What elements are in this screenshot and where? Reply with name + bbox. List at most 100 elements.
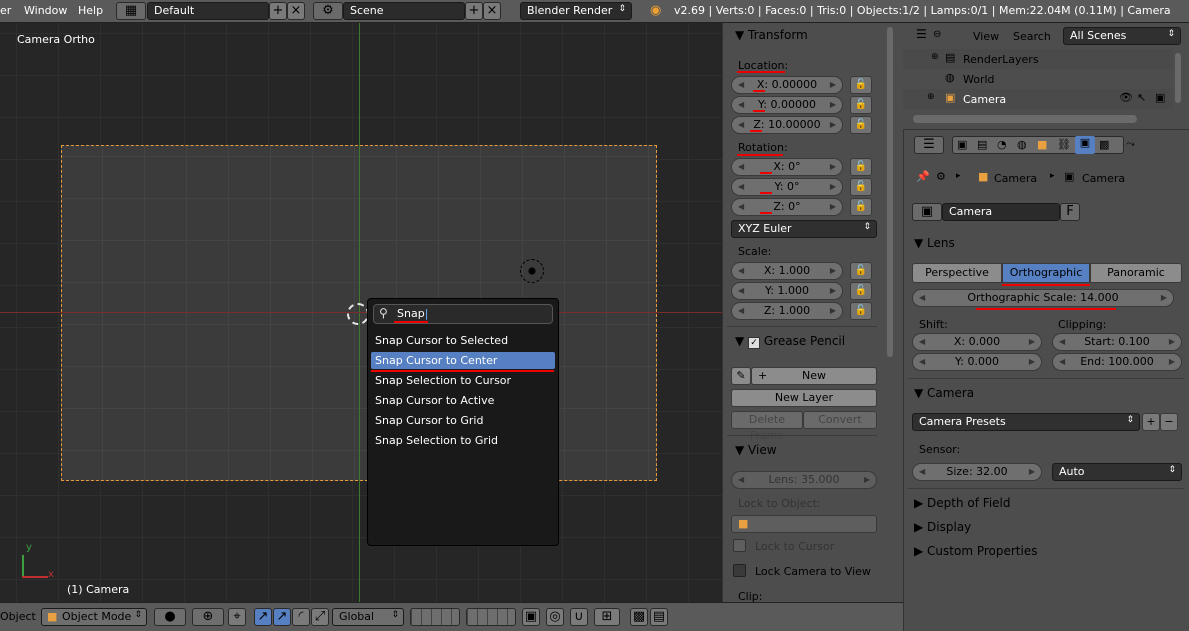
location-x-field[interactable]: ◀ X: 0.00000 ▶ [731, 76, 843, 94]
outliner-search-menu[interactable]: Search [1013, 30, 1051, 43]
clip-start-field[interactable]: ◀ Start: 0.100 ▶ [1052, 333, 1182, 351]
constraints-tab-icon[interactable]: ⛓ [1057, 138, 1071, 151]
location-z-field[interactable]: ◀ Z: 10.00000 ▶ [731, 116, 843, 134]
translate-manipulator-icon[interactable]: ↗ [254, 608, 272, 626]
view-panel-header[interactable]: ▼ View [735, 443, 777, 457]
lock-icon[interactable]: 🔓 [850, 282, 872, 300]
search-result-item[interactable]: Snap Cursor to Active [371, 392, 555, 409]
lock-icon[interactable]: 🔓 [850, 158, 872, 176]
remove-preset-button[interactable]: − [1160, 413, 1178, 431]
snap-toggle-icon[interactable]: ∪ [570, 608, 588, 626]
shift-x-field[interactable]: ◀ X: 0.000 ▶ [912, 333, 1042, 351]
manipulator-toggle-icon[interactable]: ⌖ [228, 608, 246, 626]
object-tab-icon[interactable]: ■ [1037, 138, 1047, 151]
scene-tab-icon[interactable]: ◔ [997, 138, 1007, 151]
rotation-y-field[interactable]: ◀ Y: 0° ▶ [731, 178, 843, 196]
outliner-row[interactable]: ⊕ ▣ Camera 👁 ↖ ▣ [903, 89, 1173, 109]
render-anim-icon[interactable]: ▤ [650, 608, 668, 626]
menu-help[interactable]: Help [78, 4, 103, 17]
camera-data-tab-icon[interactable]: ▣ [1075, 136, 1095, 154]
rotate-manipulator-icon[interactable]: ◜ [292, 608, 310, 626]
camera-presets-dropdown[interactable]: Camera Presets ⇕ [912, 413, 1140, 431]
renderlayers-tab-icon[interactable]: ▤ [977, 138, 987, 151]
display-section-header[interactable]: ▶ Display [914, 520, 971, 534]
world-tab-icon[interactable]: ◍ [1017, 138, 1027, 151]
renderability-camera-icon[interactable]: ▣ [1155, 91, 1165, 104]
menu-file[interactable]: er [0, 4, 11, 17]
panel-scrollbar[interactable] [887, 27, 893, 357]
scale-z-field[interactable]: ◀ Z: 1.000 ▶ [731, 302, 843, 320]
checkbox-checked-icon[interactable]: ✓ [748, 337, 761, 349]
orientation-dropdown[interactable]: Global ⇕ [332, 608, 404, 626]
rotation-mode-dropdown[interactable]: XYZ Euler ⇕ [731, 220, 877, 238]
delete-frame-button[interactable]: Delete Frame [731, 411, 803, 442]
texture-tab-icon[interactable]: ▩ [1099, 138, 1109, 151]
remove-scene-icon[interactable]: × [483, 2, 501, 20]
render-engine-dropdown[interactable]: Blender Render ⇕ [520, 2, 632, 20]
transform-panel-header[interactable]: ▼ Transform [735, 28, 808, 42]
rotation-x-field[interactable]: ◀ X: 0° ▶ [731, 158, 843, 176]
screen-layout-icon[interactable]: ▦ [116, 2, 146, 20]
lens-field[interactable]: ◀ Lens: 35.000 ▶ [731, 471, 877, 489]
grease-pencil-header[interactable]: ▼ ✓ Grease Pencil [735, 334, 845, 349]
outliner-hscrollbar[interactable] [913, 115, 1137, 123]
collapse-icon[interactable]: ⊖ [933, 29, 941, 40]
physics-tab-icon[interactable]: ⤳ [1126, 137, 1135, 151]
3d-cursor-icon[interactable] [347, 303, 369, 325]
move-arrow-icon[interactable]: ↗ [273, 608, 291, 626]
dof-section-header[interactable]: ▶ Depth of Field [914, 496, 1011, 510]
custom-props-section-header[interactable]: ▶ Custom Properties [914, 544, 1037, 558]
sensor-fit-dropdown[interactable]: Auto ⇕ [1052, 463, 1182, 481]
lens-type-orthographic[interactable]: Orthographic [1002, 263, 1090, 283]
fake-user-button[interactable]: F [1060, 203, 1080, 221]
snap-element-icon[interactable]: ⊞ [594, 608, 620, 626]
expand-icon[interactable]: ⊕ [931, 52, 939, 62]
3d-viewport[interactable]: Camera Ortho y x (1) Camera ⚲ Snap| Snap… [0, 23, 722, 602]
search-result-item-selected[interactable]: Snap Cursor to Center [371, 352, 555, 369]
lock-icon[interactable]: 🔓 [850, 76, 872, 94]
expand-icon[interactable]: ⊕ [927, 92, 935, 102]
lock-camera-checkbox[interactable] [733, 564, 746, 577]
lock-icon[interactable]: 🔓 [850, 302, 872, 320]
render-still-icon[interactable]: ▩ [630, 608, 648, 626]
datablock-browse-icon[interactable]: ▣ [912, 203, 942, 221]
remove-layout-icon[interactable]: × [287, 2, 305, 20]
add-scene-icon[interactable]: + [465, 2, 483, 20]
lock-object-field[interactable]: ■ [731, 515, 877, 533]
search-result-item[interactable]: Snap Cursor to Selected [371, 332, 555, 349]
search-result-item[interactable]: Snap Cursor to Grid [371, 412, 555, 429]
menu-window[interactable]: Window [24, 4, 67, 17]
layers-icon[interactable] [466, 608, 516, 626]
lens-type-perspective[interactable]: Perspective [912, 263, 1002, 283]
outliner-vscrollbar[interactable] [1175, 53, 1181, 103]
scene-icon[interactable]: ⚙ [313, 2, 343, 20]
mode-dropdown[interactable]: ■ Object Mode ⇕ [41, 608, 147, 626]
add-preset-button[interactable]: + [1142, 413, 1160, 431]
shading-icon[interactable]: ● [154, 608, 186, 626]
outliner-row[interactable]: ⊕ ▤ RenderLayers [903, 49, 1173, 69]
clip-end-field[interactable]: ◀ End: 100.000 ▶ [1052, 353, 1182, 371]
lamp-object-icon[interactable] [520, 259, 544, 283]
lock-icon[interactable]: 🔓 [850, 116, 872, 134]
scale-manipulator-icon[interactable]: ⤢ [311, 608, 329, 626]
render-tab-icon[interactable]: ▣ [957, 138, 967, 151]
location-y-field[interactable]: ◀ Y: 0.00000 ▶ [731, 96, 843, 114]
new-layer-button[interactable]: New Layer [731, 389, 877, 407]
pin-icon[interactable]: 📌 [916, 170, 930, 183]
menu-object[interactable]: Object [0, 610, 36, 623]
camera-section-header[interactable]: ▼ Camera [914, 386, 974, 400]
editor-type-icon[interactable]: ☰ [916, 27, 927, 41]
lock-icon[interactable]: 🔓 [850, 178, 872, 196]
convert-button[interactable]: Convert [803, 411, 877, 429]
datablock-name-field[interactable]: Camera [942, 203, 1060, 221]
lens-section-header[interactable]: ▼ Lens [914, 236, 955, 250]
scale-x-field[interactable]: ◀ X: 1.000 ▶ [731, 262, 843, 280]
outliner-view-menu[interactable]: View [973, 30, 999, 43]
add-layout-icon[interactable]: + [269, 2, 287, 20]
pivot-icon[interactable]: ⊕ [192, 608, 224, 626]
visibility-eye-icon[interactable]: 👁 [1119, 91, 1133, 104]
lock-to-cursor-checkbox[interactable] [733, 539, 746, 552]
screen-layout-field[interactable]: Default [147, 2, 269, 20]
rotation-z-field[interactable]: ◀ Z: 0° ▶ [731, 198, 843, 216]
layer-lock-icon[interactable]: ▣ [522, 608, 540, 626]
